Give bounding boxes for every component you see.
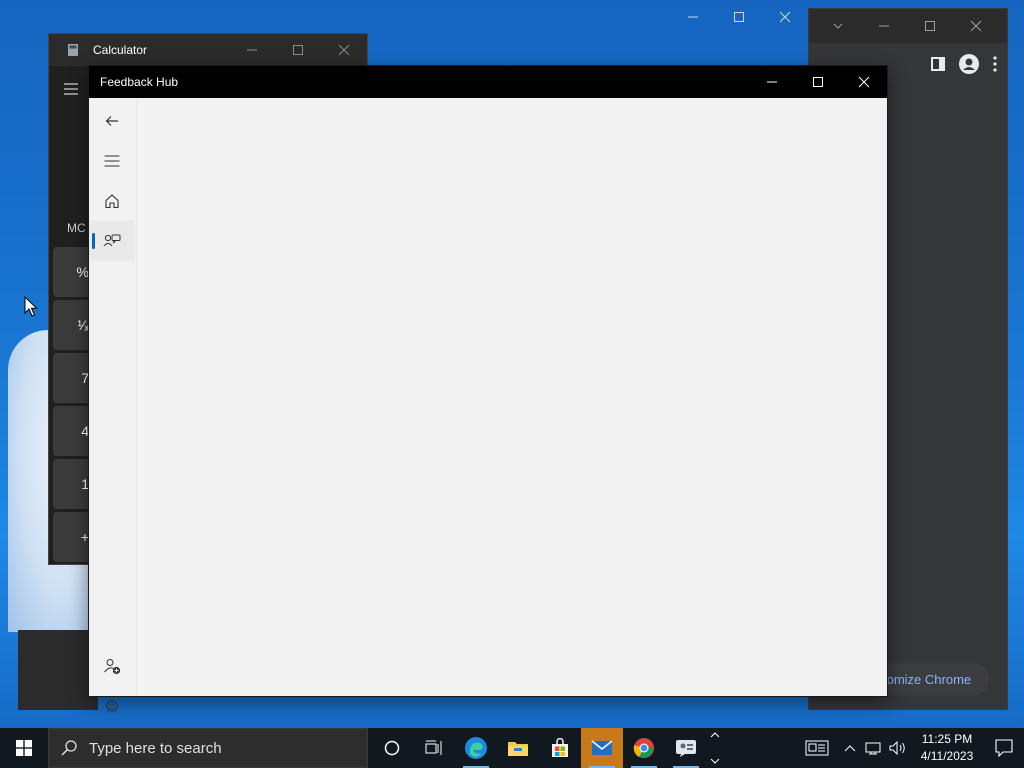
chevron-down-icon[interactable]: [710, 757, 720, 765]
clock-time: 11:25 PM: [921, 732, 973, 746]
chevron-up-icon[interactable]: [838, 728, 862, 768]
minimize-icon[interactable]: [229, 34, 275, 66]
chevron-down-icon[interactable]: [815, 9, 861, 43]
home-icon: [104, 193, 120, 209]
selection-indicator: [92, 233, 95, 249]
maximize-icon[interactable]: [275, 34, 321, 66]
taskbar-clock[interactable]: 11:25 PM 4/11/2023: [910, 731, 984, 765]
calculator-key[interactable]: %: [53, 247, 93, 297]
close-icon[interactable]: [321, 34, 367, 66]
clock-date: 4/11/2023: [920, 749, 974, 763]
network-icon[interactable]: [862, 728, 886, 768]
desktop-window-shadow: [18, 630, 98, 710]
windows-logo-icon: [16, 740, 32, 756]
calculator-key[interactable]: ¹⁄ₓ: [53, 300, 93, 350]
window-title: Feedback Hub: [100, 75, 179, 89]
calculator-titlebar: Calculator: [49, 34, 367, 66]
calculator-key[interactable]: 4: [53, 406, 93, 456]
feedback-hub-window: Feedback Hub: [88, 65, 888, 713]
hamburger-icon[interactable]: [63, 82, 79, 96]
nav-item-home[interactable]: [89, 181, 135, 221]
maximize-button[interactable]: [795, 66, 841, 98]
calculator-app-icon: [67, 43, 79, 57]
taskbar-scroll[interactable]: [707, 728, 723, 768]
task-view-icon[interactable]: [413, 728, 455, 768]
navigation-pane: [89, 98, 137, 713]
mail-icon[interactable]: [581, 728, 623, 768]
background-window-controls: [670, 6, 808, 28]
taskbar: Type here to search 11:25 PM 4/11/2023: [0, 728, 1024, 768]
maximize-icon[interactable]: [907, 9, 953, 43]
nav-item-feedback[interactable]: [89, 221, 135, 261]
search-placeholder: Type here to search: [89, 739, 222, 757]
news-icon[interactable]: [796, 728, 838, 768]
profile-icon[interactable]: [959, 54, 979, 74]
memory-clear-button[interactable]: MC: [67, 221, 86, 235]
volume-icon[interactable]: [886, 728, 910, 768]
add-person-icon: [103, 657, 121, 675]
calculator-key[interactable]: 1: [53, 459, 93, 509]
feedback-icon: [103, 233, 121, 249]
hamburger-icon: [104, 155, 120, 167]
add-account-button[interactable]: [89, 646, 135, 686]
calculator-key[interactable]: +: [53, 512, 93, 562]
minimize-icon[interactable]: [687, 11, 699, 23]
file-explorer-icon[interactable]: [497, 728, 539, 768]
close-icon[interactable]: [779, 11, 791, 23]
menu-button[interactable]: [89, 141, 135, 181]
settings-button[interactable]: [89, 686, 135, 726]
calculator-key[interactable]: 7: [53, 353, 93, 403]
taskbar-search-box[interactable]: Type here to search: [48, 728, 368, 768]
maximize-icon[interactable]: [733, 11, 745, 23]
action-center-button[interactable]: [984, 728, 1024, 768]
start-button[interactable]: [0, 728, 48, 768]
store-icon[interactable]: [539, 728, 581, 768]
arrow-left-icon: [105, 115, 119, 127]
side-panel-icon[interactable]: [931, 57, 945, 71]
cortana-icon[interactable]: [371, 728, 413, 768]
minimize-button[interactable]: [749, 66, 795, 98]
gear-icon: [104, 698, 120, 714]
calculator-title: Calculator: [93, 43, 148, 57]
chrome-icon[interactable]: [623, 728, 665, 768]
edge-icon[interactable]: [455, 728, 497, 768]
search-icon: [61, 740, 77, 756]
feedback-hub-content: [137, 98, 887, 696]
chrome-titlebar: [809, 9, 1007, 43]
close-icon[interactable]: [953, 9, 999, 43]
notification-icon: [995, 739, 1013, 757]
system-tray: 11:25 PM 4/11/2023: [796, 728, 1024, 768]
close-button[interactable]: [841, 66, 887, 98]
chevron-up-icon[interactable]: [710, 731, 720, 739]
minimize-icon[interactable]: [861, 9, 907, 43]
back-button[interactable]: [89, 101, 135, 141]
mouse-cursor-icon: [24, 296, 38, 318]
feedback-hub-icon[interactable]: [665, 728, 707, 768]
feedback-hub-titlebar: Feedback Hub: [89, 66, 887, 98]
more-vert-icon[interactable]: [993, 56, 997, 72]
